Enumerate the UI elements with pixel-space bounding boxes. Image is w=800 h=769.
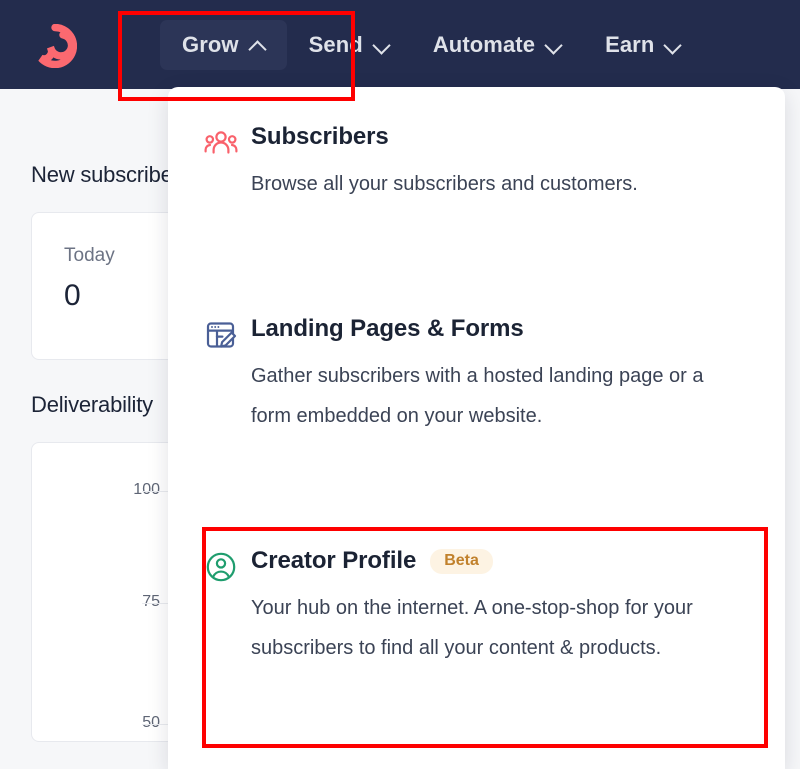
menu-item-creator-profile-title: Creator Profile [251,547,417,574]
y-axis-tick: 75 [142,593,160,610]
nav-item-send[interactable]: Send [287,20,411,70]
deliverability-heading: Deliverability [31,392,153,417]
chevron-up-icon [250,37,265,52]
top-navbar: Grow Send Automate Earn [0,0,800,89]
new-subscribers-today-label: Today [64,245,115,266]
nav-item-earn-label: Earn [605,31,655,57]
nav-item-grow[interactable]: Grow [160,19,287,70]
nav-item-automate-label: Automate [432,31,536,57]
user-circle-icon [204,547,238,668]
menu-item-creator-profile-description: Your hub on the internet. A one-stop-sho… [251,597,693,659]
chevron-down-icon [665,37,680,52]
app-root: New subscribers Today 0 Deliverability 1… [0,0,800,769]
menu-item-subscribers-description: Browse all your subscribers and customer… [251,173,638,195]
nav-item-earn[interactable]: Earn [583,20,702,70]
menu-item-subscribers-title-row: Subscribers [251,123,751,151]
menu-item-landing-pages[interactable]: Landing Pages & Forms Gather subscribers… [168,315,785,436]
menu-item-subscribers-title: Subscribers [251,123,389,150]
menu-item-creator-profile-title-row: Creator Profile Beta [251,547,751,575]
menu-item-creator-profile-body: Creator Profile Beta Your hub on the int… [251,547,751,668]
new-subscribers-today-value: 0 [64,279,81,312]
chevron-down-icon [374,37,389,52]
menu-item-subscribers[interactable]: Subscribers Browse all your subscribers … [168,123,785,204]
y-axis-tick: 100 [133,481,160,498]
grow-dropdown-menu: Subscribers Browse all your subscribers … [168,87,785,769]
nav-item-send-label: Send [308,31,363,57]
nav-item-grow-label: Grow [182,31,239,57]
convertkit-logo[interactable] [33,23,78,69]
y-axis-tick: 50 [142,714,160,731]
browser-pencil-icon [204,315,238,436]
people-group-icon [204,123,238,204]
beta-badge: Beta [430,548,493,574]
menu-item-subscribers-body: Subscribers Browse all your subscribers … [251,123,751,204]
menu-item-landing-pages-title: Landing Pages & Forms [251,315,524,342]
menu-item-landing-pages-description: Gather subscribers with a hosted landing… [251,365,704,427]
navbar-items: Grow Send Automate Earn [160,0,702,89]
menu-item-landing-pages-title-row: Landing Pages & Forms [251,315,751,343]
new-subscribers-heading: New subscribers [31,162,191,187]
menu-item-landing-pages-body: Landing Pages & Forms Gather subscribers… [251,315,751,436]
nav-item-automate[interactable]: Automate [411,20,583,70]
menu-item-creator-profile[interactable]: Creator Profile Beta Your hub on the int… [168,547,785,668]
chevron-down-icon [546,37,561,52]
